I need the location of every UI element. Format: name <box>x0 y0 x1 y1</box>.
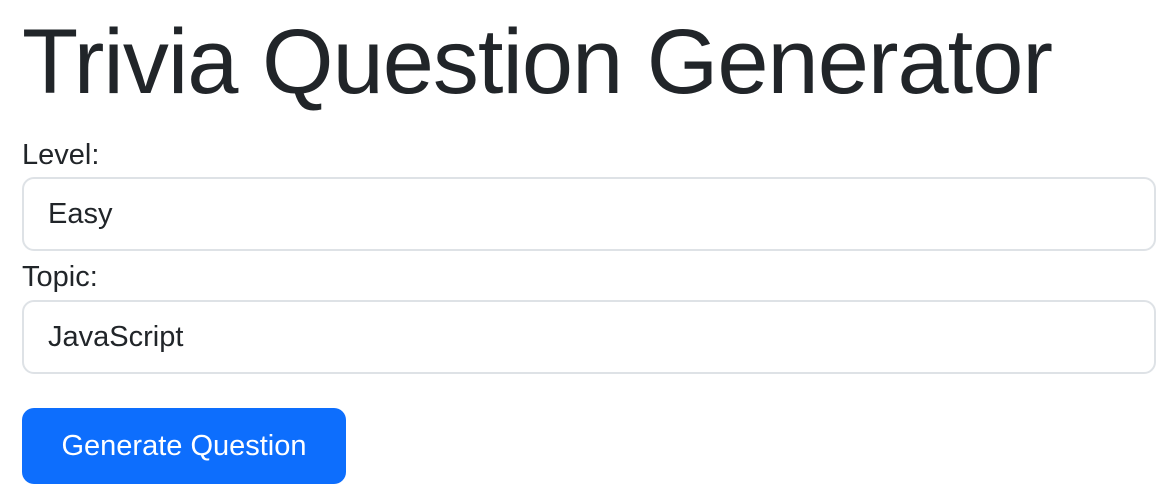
level-label: Level: <box>22 139 100 171</box>
trivia-page: Trivia Question Generator Level: Topic: … <box>0 0 1164 492</box>
topic-input[interactable] <box>22 300 1156 374</box>
page-title: Trivia Question Generator <box>22 11 1053 113</box>
generate-question-button[interactable]: Generate Question <box>22 408 346 484</box>
topic-label: Topic: <box>22 261 98 293</box>
level-input[interactable] <box>22 177 1156 251</box>
